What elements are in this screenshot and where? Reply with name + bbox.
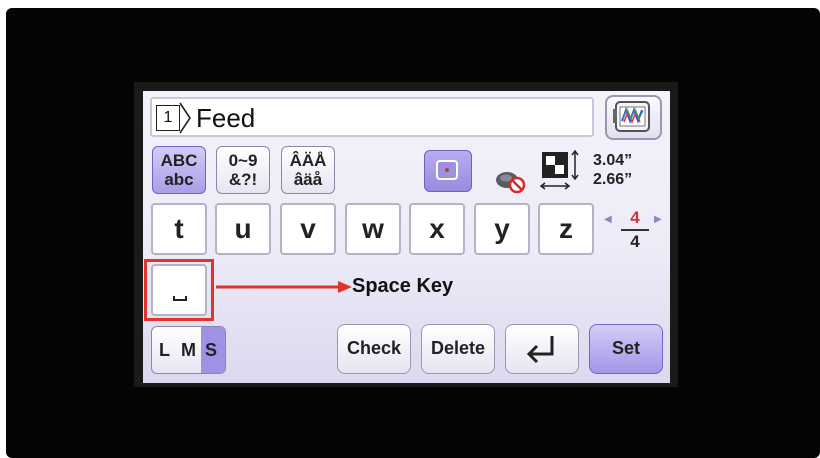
pattern-name-text: Feed xyxy=(196,103,256,133)
mode-label-upper: ÂÄÅ xyxy=(289,151,327,170)
mode-button-accented[interactable]: ÂÄÅ âäå xyxy=(281,146,335,194)
frame-icon xyxy=(436,160,458,180)
page-prev-icon[interactable]: ◀ xyxy=(604,214,612,225)
mode-label-lower: &?! xyxy=(228,170,258,189)
callout-arrow-icon xyxy=(216,281,352,293)
mode-label-upper: ABC xyxy=(160,151,198,170)
delete-button[interactable]: Delete xyxy=(421,324,495,374)
key-v[interactable]: v xyxy=(280,203,336,255)
space-key-highlight xyxy=(144,259,214,321)
size-selector-lms[interactable]: L M S xyxy=(151,326,226,374)
size-icon xyxy=(540,150,579,190)
page-indicator: ◀ 4 4 ▶ xyxy=(604,208,664,254)
space-key-annotation: Space Key xyxy=(352,275,454,297)
frame-button[interactable] xyxy=(424,150,472,192)
mode-label-lower: abc xyxy=(164,170,194,189)
enter-button[interactable] xyxy=(505,324,579,374)
key-t[interactable]: t xyxy=(151,203,207,255)
pattern-index: 1 xyxy=(156,105,180,131)
key-y[interactable]: y xyxy=(474,203,530,255)
key-z[interactable]: z xyxy=(538,203,594,255)
mode-label-upper: 0~9 xyxy=(228,151,258,170)
size-option-l: L xyxy=(159,340,170,360)
key-x[interactable]: x xyxy=(409,203,465,255)
pattern-width: 2.66” xyxy=(593,171,633,188)
page-total: 4 xyxy=(630,232,640,251)
page-divider xyxy=(621,229,649,231)
page-current: 4 xyxy=(630,208,640,227)
enter-icon xyxy=(526,336,554,364)
key-u[interactable]: u xyxy=(215,203,271,255)
size-option-s: S xyxy=(205,340,218,360)
embroidery-preview-icon xyxy=(613,101,650,132)
key-w[interactable]: w xyxy=(345,203,401,255)
page-next-icon[interactable]: ▶ xyxy=(654,214,662,225)
mode-label-lower: âäå xyxy=(293,170,323,189)
preview-button[interactable] xyxy=(605,95,662,140)
size-option-m: M xyxy=(181,340,196,360)
pattern-dimensions: 3.04” 2.66” xyxy=(593,151,632,189)
check-button[interactable]: Check xyxy=(337,324,411,374)
set-button[interactable]: Set xyxy=(589,324,663,374)
mode-button-alphabet[interactable]: ABC abc xyxy=(152,146,206,194)
pattern-height: 3.04” xyxy=(593,152,633,169)
name-arrow-icon xyxy=(179,102,191,134)
pattern-name-field[interactable]: 1 Feed xyxy=(150,97,594,137)
frame-center-dot xyxy=(445,168,449,172)
mode-button-numbers-symbols[interactable]: 0~9 &?! xyxy=(216,146,270,194)
thread-cut-icon xyxy=(496,172,526,194)
